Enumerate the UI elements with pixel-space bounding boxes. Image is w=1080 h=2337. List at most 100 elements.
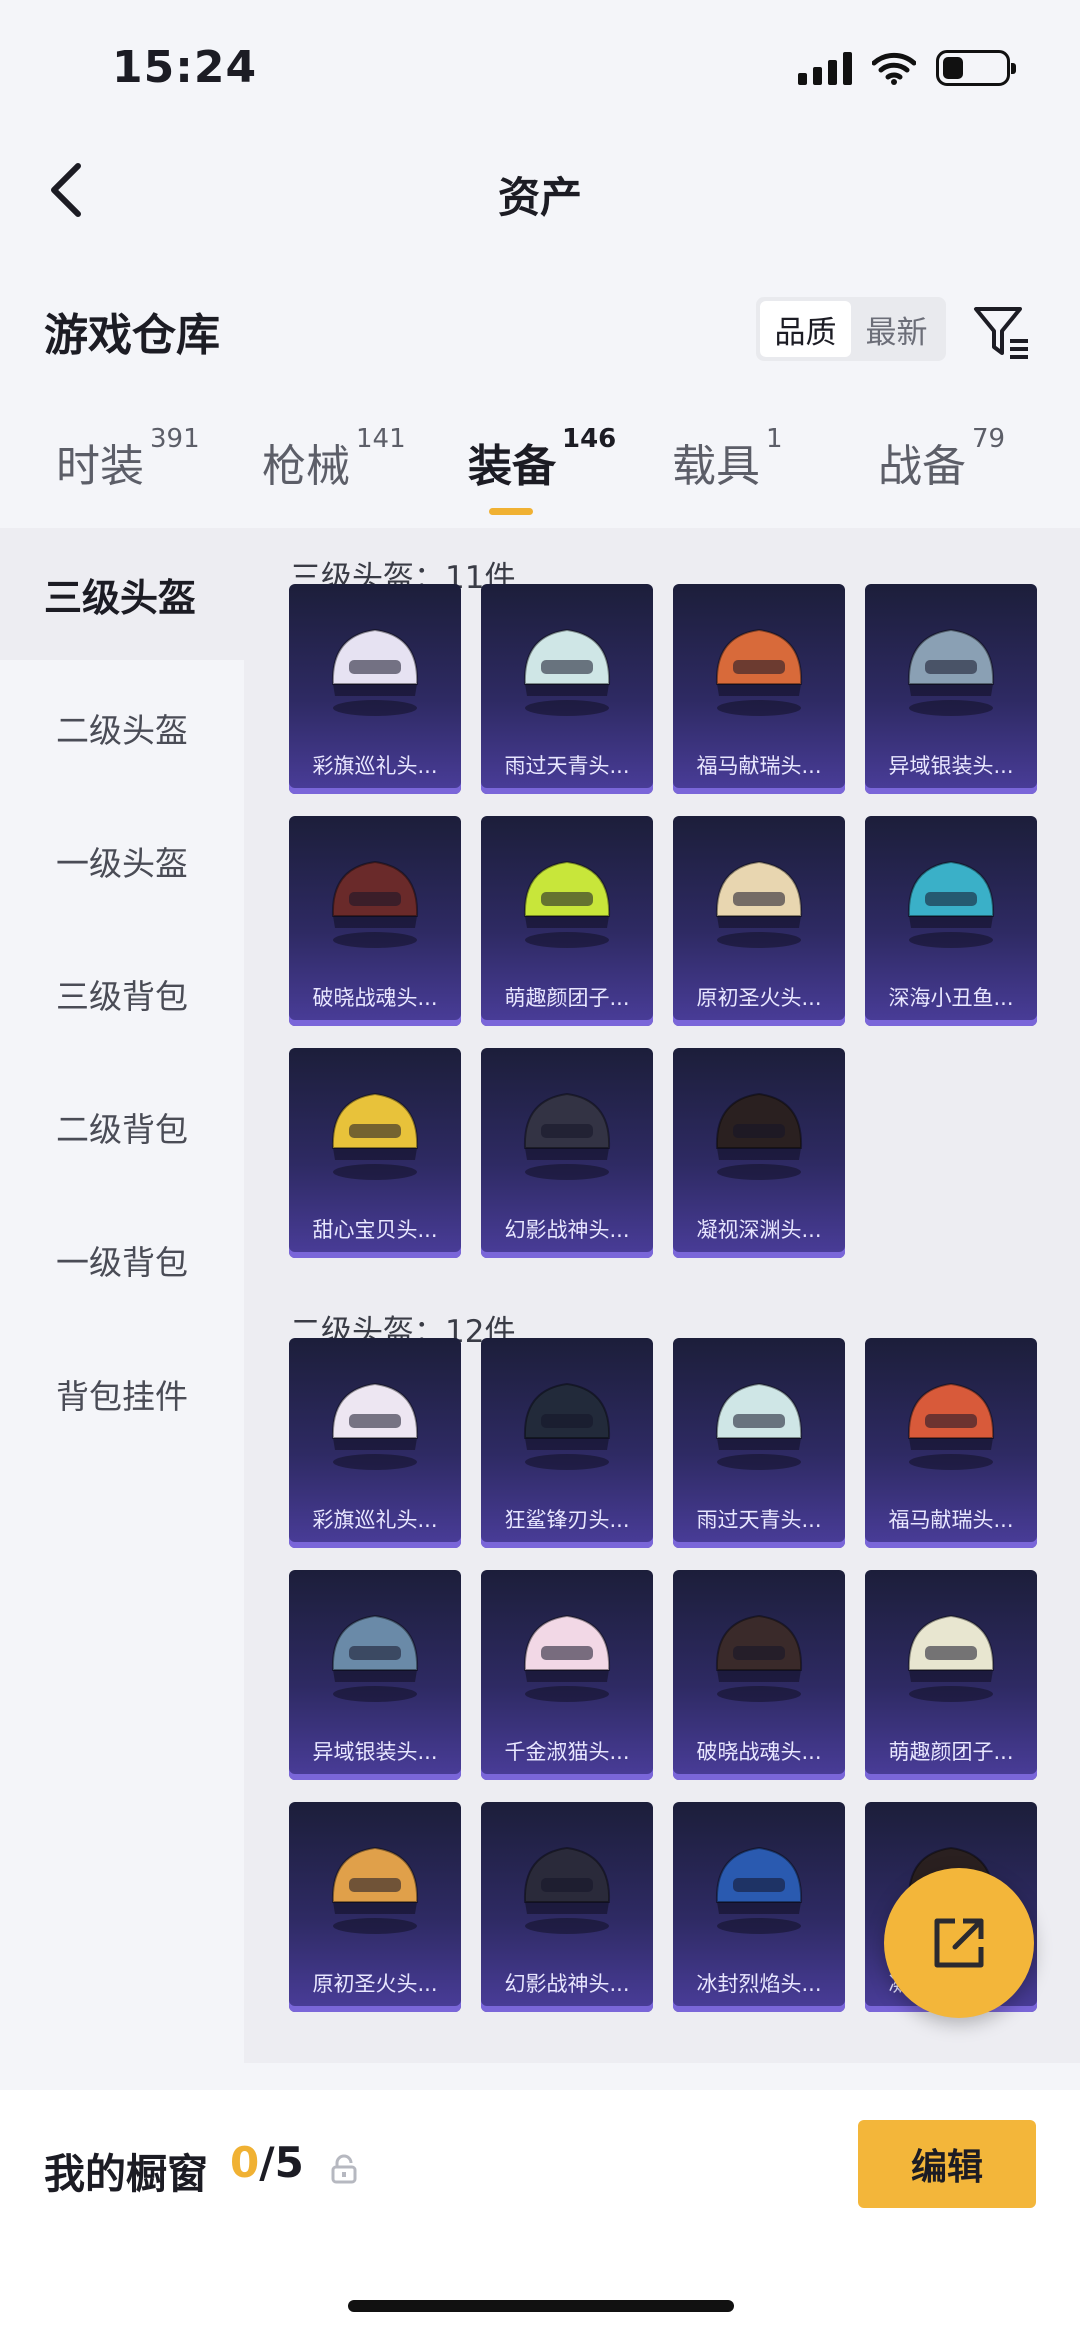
helmet-icon [331,860,419,948]
item-name: 幻影战神头... [504,1972,630,1996]
item-card[interactable]: 千金淑猫头... [481,1570,653,1780]
tab-count: 146 [562,424,617,454]
tab-label: 载具 [672,441,760,492]
helmet-icon [907,628,995,716]
lock-icon [331,2154,357,2184]
status-icons [798,50,1016,86]
item-card[interactable]: 幻影战神头... [481,1802,653,2012]
item-name: 破晓战魂头... [312,986,438,1010]
item-name: 千金淑猫头... [504,1740,630,1764]
item-card[interactable]: 雨过天青头... [481,584,653,794]
item-name: 福马献瑞头... [696,754,822,778]
item-card[interactable]: 原初圣火头... [673,816,845,1026]
item-card[interactable]: 福马献瑞头... [865,1338,1037,1548]
showcase-total: /5 [259,2138,304,2187]
tab-active-indicator [489,508,533,515]
item-name: 彩旗巡礼头... [312,1508,438,1532]
helmet-icon [523,1614,611,1702]
item-card[interactable]: 萌趣颜团子... [481,816,653,1026]
item-name: 原初圣火头... [696,986,822,1010]
item-name: 冰封烈焰头... [696,1972,822,1996]
sort-quality-button[interactable]: 品质 [760,301,851,357]
tab-guns[interactable]: 枪械 141 [262,424,406,494]
helmet-icon [523,1382,611,1470]
item-card[interactable]: 彩旗巡礼头... [289,1338,461,1548]
helmet-icon [715,1092,803,1180]
helmet-icon [523,1092,611,1180]
battery-icon [936,50,1016,86]
sidebar-item-level1-backpack[interactable]: 一级背包 [0,1194,244,1326]
tab-fashion[interactable]: 时装 391 [56,424,200,494]
sidebar-item-level1-helmet[interactable]: 一级头盔 [0,795,244,927]
sort-toggle: 品质 最新 [756,297,946,361]
helmet-icon [715,628,803,716]
item-card[interactable]: 破晓战魂头... [289,816,461,1026]
item-card[interactable]: 凝视深渊头... [673,1048,845,1258]
tab-count: 1 [766,424,783,454]
tab-vehicles[interactable]: 载具 1 [672,424,783,494]
item-name: 萌趣颜团子... [504,986,630,1010]
item-card[interactable]: 异域银装头... [289,1570,461,1780]
item-name: 原初圣火头... [312,1972,438,1996]
helmet-icon [715,860,803,948]
item-card[interactable]: 异域银装头... [865,584,1037,794]
wifi-icon [872,52,916,85]
showcase-current: 0 [230,2138,260,2187]
item-card[interactable]: 狂鲨锋刃头... [481,1338,653,1548]
filter-button[interactable] [970,299,1034,363]
sort-newest-button[interactable]: 最新 [851,301,942,357]
item-name: 雨过天青头... [696,1508,822,1532]
item-card[interactable]: 雨过天青头... [673,1338,845,1548]
share-fab-button[interactable] [884,1868,1034,2018]
showcase-label: 我的橱窗 [44,2150,208,2198]
tab-label: 战备 [878,441,966,492]
tab-label: 装备 [468,441,556,492]
sidebar-item-level2-backpack[interactable]: 二级背包 [0,1061,244,1193]
subcategory-sidebar: 三级头盔 二级头盔 一级头盔 三级背包 二级背包 一级背包 背包挂件 [0,528,244,2063]
filter-icon [974,307,1028,359]
item-card[interactable]: 幻影战神头... [481,1048,653,1258]
nav-bar: 资产 [0,140,1080,240]
item-name: 异域银装头... [888,754,1014,778]
item-card[interactable]: 福马献瑞头... [673,584,845,794]
item-name: 萌趣颜团子... [888,1740,1014,1764]
showcase-count: 0/5 [230,2138,304,2187]
item-card[interactable]: 彩旗巡礼头... [289,584,461,794]
item-name: 福马献瑞头... [888,1508,1014,1532]
page-title: 资产 [497,173,582,222]
item-card[interactable]: 甜心宝贝头... [289,1048,461,1258]
item-name: 甜心宝贝头... [312,1218,438,1242]
sidebar-item-backpack-charm[interactable]: 背包挂件 [0,1328,244,1460]
helmet-icon [523,860,611,948]
warehouse-header: 游戏仓库 品质 最新 [0,285,1080,375]
helmet-icon [331,1382,419,1470]
sidebar-item-level2-helmet[interactable]: 二级头盔 [0,662,244,794]
tab-equipment[interactable]: 装备 146 [468,424,616,494]
home-indicator [348,2300,734,2312]
helmet-icon [907,1382,995,1470]
sidebar-item-level3-backpack[interactable]: 三级背包 [0,928,244,1060]
tab-label: 时装 [56,441,144,492]
helmet-icon [715,1382,803,1470]
helmet-icon [331,628,419,716]
item-name: 雨过天青头... [504,754,630,778]
item-card[interactable]: 冰封烈焰头... [673,1802,845,2012]
item-name: 深海小丑鱼... [888,986,1014,1010]
item-card[interactable]: 萌趣颜团子... [865,1570,1037,1780]
helmet-icon [331,1092,419,1180]
sidebar-item-level3-helmet[interactable]: 三级头盔 [0,528,244,660]
status-time: 15:24 [112,42,258,93]
category-tabs: 时装 391 枪械 141 装备 146 载具 1 战备 79 [0,424,1080,530]
item-name: 彩旗巡礼头... [312,754,438,778]
item-card[interactable]: 原初圣火头... [289,1802,461,2012]
tab-supplies[interactable]: 战备 79 [878,424,1005,494]
item-card[interactable]: 破晓战魂头... [673,1570,845,1780]
cellular-signal-icon [798,51,852,85]
helmet-icon [715,1846,803,1934]
item-name: 异域银装头... [312,1740,438,1764]
tab-count: 391 [150,424,200,454]
tab-count: 79 [972,424,1006,454]
item-card[interactable]: 深海小丑鱼... [865,816,1037,1026]
tab-label: 枪械 [262,441,350,492]
edit-button[interactable]: 编辑 [858,2120,1036,2208]
